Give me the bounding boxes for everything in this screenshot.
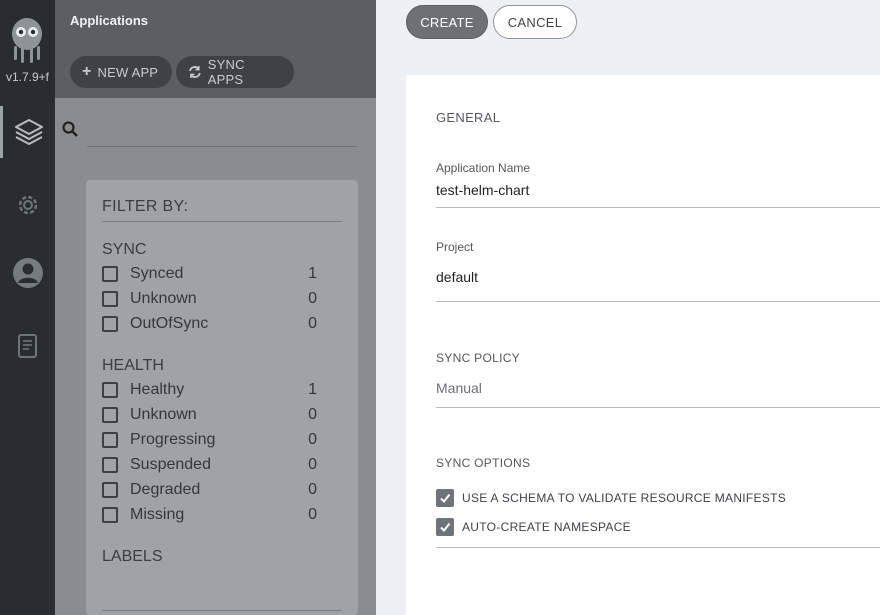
filter-count: 0 <box>308 315 317 332</box>
filter-label: Progressing <box>130 431 216 448</box>
sync-apps-label: SYNC APPS <box>207 57 245 87</box>
filter-count: 1 <box>308 265 317 282</box>
checkbox[interactable] <box>102 507 118 523</box>
filter-sync-outofsync[interactable]: OutOfSync 0 <box>102 313 317 335</box>
nav-settings[interactable] <box>0 179 55 231</box>
option-auto-create-namespace[interactable]: AUTO-CREATE NAMESPACE <box>436 518 631 536</box>
version-label: v1.7.9+f <box>5 70 50 84</box>
project-select[interactable]: default <box>436 269 478 285</box>
user-icon <box>12 258 43 288</box>
filter-count: 0 <box>308 406 317 423</box>
left-nav: v1.7.9+f <box>0 0 55 615</box>
nav-documentation[interactable] <box>0 320 55 372</box>
app-name-input[interactable]: test-helm-chart <box>436 182 529 198</box>
checkbox-checked[interactable] <box>436 518 454 536</box>
cancel-button[interactable]: CANCEL <box>493 5 577 39</box>
filter-label: Healthy <box>130 381 185 398</box>
filter-label: Unknown <box>130 406 197 423</box>
divider <box>102 221 342 222</box>
sync-icon <box>189 66 201 78</box>
sync-heading: SYNC <box>102 241 147 258</box>
sync-options-heading: SYNC OPTIONS <box>436 456 531 470</box>
app-name-underline <box>436 207 880 208</box>
filter-label: Synced <box>130 265 184 282</box>
filter-count: 0 <box>308 506 317 523</box>
project-underline <box>436 301 880 302</box>
labels-input[interactable] <box>102 610 342 611</box>
filter-health-degraded[interactable]: Degraded 0 <box>102 479 317 501</box>
gear-icon <box>18 195 37 215</box>
filter-label: Unknown <box>130 290 197 307</box>
sync-apps-button[interactable]: SYNC APPS <box>176 56 294 88</box>
filter-health-missing[interactable]: Missing 0 <box>102 504 317 526</box>
checkbox[interactable] <box>102 291 118 307</box>
checkbox[interactable] <box>102 457 118 473</box>
checkbox[interactable] <box>102 316 118 332</box>
checkbox[interactable] <box>102 482 118 498</box>
filter-title: FILTER BY: <box>102 198 189 215</box>
filter-count: 0 <box>308 431 317 448</box>
nav-applications[interactable] <box>0 106 55 158</box>
filter-count: 1 <box>308 381 317 398</box>
filter-sync-unknown[interactable]: Unknown 0 <box>102 288 317 310</box>
checkbox[interactable] <box>102 266 118 282</box>
option-validate-schema[interactable]: USE A SCHEMA TO VALIDATE RESOURCE MANIFE… <box>436 489 786 507</box>
new-app-label: NEW APP <box>97 64 159 80</box>
sync-policy-underline <box>436 407 880 408</box>
filter-label: OutOfSync <box>130 315 209 332</box>
checkbox[interactable] <box>102 407 118 423</box>
filter-health-unknown[interactable]: Unknown 0 <box>102 404 317 426</box>
search-icon <box>62 121 78 137</box>
check-icon <box>440 493 451 504</box>
health-heading: HEALTH <box>102 357 164 374</box>
project-label: Project <box>436 240 474 254</box>
page-title: Applications <box>70 13 149 28</box>
labels-heading: LABELS <box>102 548 163 565</box>
checkbox-checked[interactable] <box>436 489 454 507</box>
sync-options-divider <box>436 547 880 548</box>
search-input[interactable] <box>87 146 357 147</box>
layers-icon <box>15 119 43 145</box>
filter-health-healthy[interactable]: Healthy 1 <box>102 379 317 401</box>
argo-logo[interactable] <box>4 14 50 66</box>
filter-count: 0 <box>308 456 317 473</box>
checkbox[interactable] <box>102 382 118 398</box>
checkbox[interactable] <box>102 432 118 448</box>
filter-label: Degraded <box>130 481 201 498</box>
filter-label: Missing <box>130 506 185 523</box>
filter-count: 0 <box>308 481 317 498</box>
filter-health-progressing[interactable]: Progressing 0 <box>102 429 317 451</box>
create-button[interactable]: CREATE <box>406 5 488 39</box>
new-app-button[interactable]: + NEW APP <box>70 56 172 88</box>
sync-policy-select[interactable]: Manual <box>436 380 482 396</box>
docs-icon <box>17 334 37 358</box>
app-name-label: Application Name <box>436 161 531 175</box>
plus-icon: + <box>82 63 92 80</box>
filter-count: 0 <box>308 290 317 307</box>
nav-user-info[interactable] <box>0 247 55 299</box>
general-heading: GENERAL <box>436 110 501 125</box>
sync-policy-heading: SYNC POLICY <box>436 351 520 365</box>
option-label: AUTO-CREATE NAMESPACE <box>462 520 631 534</box>
check-icon <box>440 522 451 533</box>
filter-health-suspended[interactable]: Suspended 0 <box>102 454 317 476</box>
filter-sync-synced[interactable]: Synced 1 <box>102 263 317 285</box>
filter-label: Suspended <box>130 456 211 473</box>
option-label: USE A SCHEMA TO VALIDATE RESOURCE MANIFE… <box>462 491 787 505</box>
